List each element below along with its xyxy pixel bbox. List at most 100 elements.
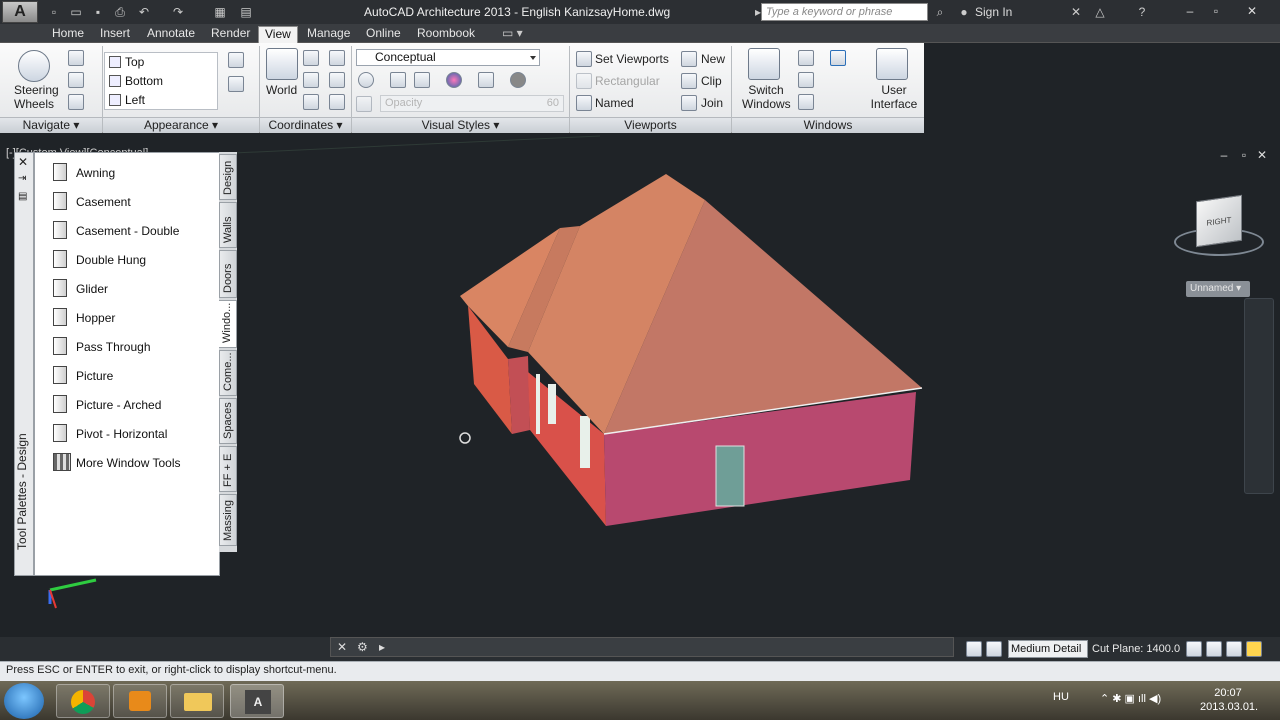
ucs-object-icon[interactable] <box>329 94 345 110</box>
new-viewport-button[interactable]: New <box>701 52 725 66</box>
view-left[interactable]: Left <box>107 91 207 109</box>
palette-tab-spaces[interactable]: Spaces <box>219 398 237 444</box>
palette-tab-ff-e[interactable]: FF + E <box>219 446 237 492</box>
tile-horizontal-icon[interactable] <box>798 50 814 66</box>
navigation-bar[interactable] <box>1244 298 1274 494</box>
command-close-icon[interactable]: ✕ <box>337 640 347 654</box>
palette-properties-icon[interactable]: ▤ <box>18 191 27 202</box>
close-button[interactable]: ✕ <box>1240 2 1264 20</box>
cut-plane-readout[interactable]: Cut Plane: 1400.0 <box>1092 643 1180 655</box>
tab-roombook[interactable]: Roombook <box>411 26 481 43</box>
taskbar-chrome[interactable] <box>56 684 110 718</box>
palette-tab-walls[interactable]: Walls <box>219 202 237 248</box>
set-viewports-button[interactable]: Set Viewports <box>595 52 669 66</box>
xray-icon[interactable] <box>358 72 374 88</box>
palette-item-double-hung[interactable]: Double Hung <box>35 246 219 274</box>
palette-item-casement-double[interactable]: Casement - Double <box>35 217 219 245</box>
taskbar-explorer[interactable] <box>170 684 224 718</box>
ucs-x-icon[interactable] <box>303 72 319 88</box>
user-interface-icon[interactable] <box>876 48 908 80</box>
file-tabs-icon[interactable] <box>830 50 846 66</box>
view-top[interactable]: Top <box>107 53 207 71</box>
tab-view[interactable]: View <box>258 26 298 43</box>
zoom-icon[interactable] <box>68 94 84 110</box>
undo-icon[interactable]: ↶ <box>136 4 152 20</box>
tab-manage[interactable]: Manage <box>301 26 356 43</box>
pan-icon[interactable] <box>68 50 84 66</box>
palette-tab-design[interactable]: Design <box>219 154 237 200</box>
annotation-visibility-icon[interactable] <box>966 641 982 657</box>
camera-icon[interactable] <box>228 52 244 68</box>
ribbon-minimize-icon[interactable]: ▭ ▾ <box>496 26 529 43</box>
opacity-slider[interactable]: Opacity 60 <box>380 95 564 112</box>
ucs-view-icon[interactable] <box>329 72 345 88</box>
set-viewports-icon[interactable] <box>576 51 592 67</box>
help-icon[interactable]: ? <box>1134 4 1150 20</box>
ucs-z-icon[interactable] <box>329 50 345 66</box>
shadows-icon[interactable] <box>390 72 406 88</box>
command-line[interactable]: ✕ ⚙ ▸ <box>330 637 954 657</box>
open-icon[interactable]: ▭ <box>68 4 84 20</box>
named-viewports-icon[interactable] <box>576 95 592 111</box>
save-icon[interactable]: ▪ <box>90 4 106 20</box>
join-icon[interactable] <box>681 95 697 111</box>
palette-item-glider[interactable]: Glider <box>35 275 219 303</box>
palette-tab-windows[interactable]: Windo... <box>219 300 237 348</box>
command-prompt-icon[interactable]: ▸ <box>379 640 385 654</box>
palette-tab-components[interactable]: Come... <box>219 350 237 396</box>
redo-icon[interactable]: ↷ <box>170 4 186 20</box>
minimize-button[interactable]: – <box>1178 2 1202 20</box>
switch-windows-icon[interactable] <box>748 48 780 80</box>
sphere-icon[interactable] <box>510 72 526 88</box>
palette-item-pass-through[interactable]: Pass Through <box>35 333 219 361</box>
palette-item-picture-arched[interactable]: Picture - Arched <box>35 391 219 419</box>
orbit-icon[interactable] <box>68 72 84 88</box>
edges-icon[interactable] <box>414 72 430 88</box>
ucs-y-icon[interactable] <box>303 94 319 110</box>
switch-windows-button[interactable]: Switch Windows <box>742 83 791 111</box>
steering-wheels-label[interactable]: Steering Wheels <box>14 83 59 111</box>
view-manager-icon[interactable] <box>228 76 244 92</box>
visual-styles-panel-title[interactable]: Visual Styles ▾ <box>352 117 569 133</box>
tab-home[interactable]: Home <box>46 26 90 43</box>
materials-icon[interactable] <box>446 72 462 88</box>
chevron-down-icon[interactable] <box>530 56 536 60</box>
stay-connected-icon[interactable]: △ <box>1092 4 1108 20</box>
print-icon[interactable]: ⎙ <box>112 4 128 20</box>
world-ucs-icon[interactable] <box>266 48 298 80</box>
views-gallery[interactable]: Top Bottom Left <box>104 52 218 110</box>
binoculars-icon[interactable]: ⌕ <box>932 4 948 20</box>
auto-scale-icon[interactable] <box>986 641 1002 657</box>
palette-item-more-window-tools[interactable]: More Window Tools <box>35 449 219 477</box>
appearance-panel-title[interactable]: Appearance ▾ <box>103 117 259 133</box>
palette-close-icon[interactable]: ✕ <box>18 155 28 169</box>
hardware-acceleration-icon[interactable] <box>1226 641 1242 657</box>
coordinates-panel-title[interactable]: Coordinates ▾ <box>260 117 351 133</box>
user-interface-button[interactable]: User Interface <box>870 83 918 111</box>
palette-item-awning[interactable]: Awning <box>35 159 219 187</box>
view-bottom[interactable]: Bottom <box>107 72 207 90</box>
tab-annotate[interactable]: Annotate <box>141 26 201 43</box>
display-configuration-select[interactable]: Medium Detail ▾ <box>1008 640 1088 671</box>
named-viewports-button[interactable]: Named <box>595 96 634 110</box>
tab-insert[interactable]: Insert <box>94 26 136 43</box>
world-label[interactable]: World <box>266 83 297 97</box>
viewports-panel-title[interactable]: Viewports <box>570 117 731 133</box>
palette-item-picture[interactable]: Picture <box>35 362 219 390</box>
tile-vertical-icon[interactable] <box>798 72 814 88</box>
palette-item-pivot-horizontal[interactable]: Pivot - Horizontal <box>35 420 219 448</box>
properties-icon[interactable]: ▤ <box>238 4 254 20</box>
steering-wheels-icon[interactable] <box>18 50 50 82</box>
new-icon[interactable]: ▫ <box>46 4 62 20</box>
layer-key-icon[interactable] <box>1186 641 1202 657</box>
palette-autohide-icon[interactable]: ⇥ <box>18 173 26 184</box>
clip-button[interactable]: Clip <box>701 74 722 88</box>
clock[interactable]: 20:07 2013.03.01. <box>1200 686 1258 714</box>
sign-in-link[interactable]: Sign In <box>975 5 1012 19</box>
visual-style-select[interactable]: Conceptual <box>356 49 540 66</box>
palette-tab-doors[interactable]: Doors <box>219 250 237 298</box>
input-language[interactable]: HU <box>1053 691 1069 703</box>
palette-item-casement[interactable]: Casement <box>35 188 219 216</box>
application-menu-button[interactable]: A <box>2 1 38 23</box>
ucs-origin-icon[interactable] <box>303 50 319 66</box>
